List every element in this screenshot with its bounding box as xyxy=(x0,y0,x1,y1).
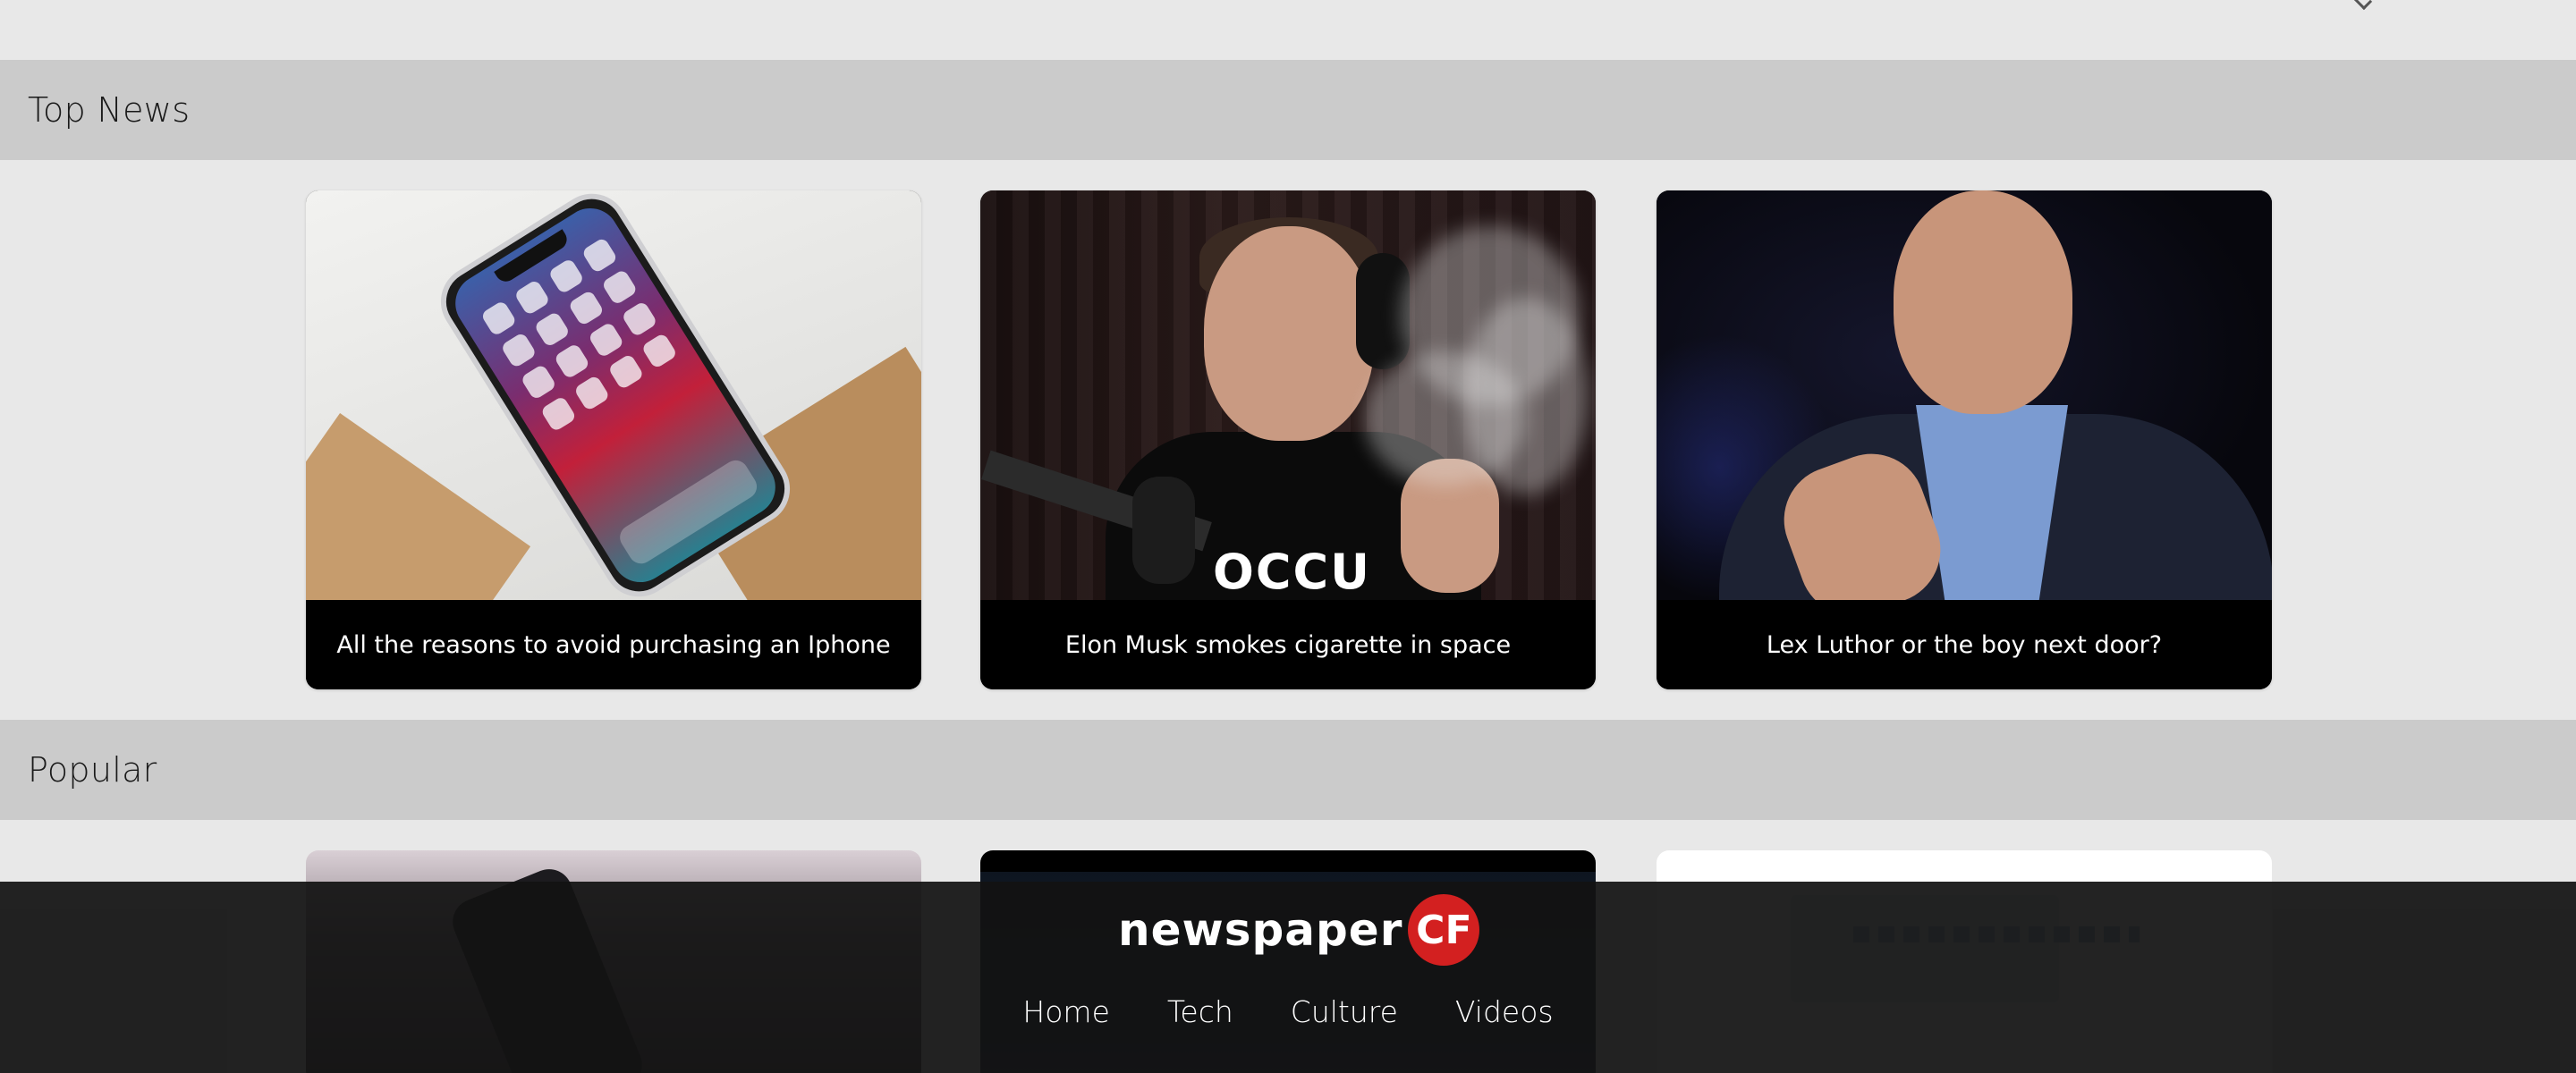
news-card[interactable]: OCCU Elon Musk smokes cigarette in space xyxy=(980,190,1596,689)
nav-link-home[interactable]: Home xyxy=(1022,994,1109,1029)
nav-link-videos[interactable]: Videos xyxy=(1455,994,1554,1029)
section-header-popular: Popular xyxy=(0,720,2576,820)
section-title-top-news: Top News xyxy=(28,90,191,130)
jeff-bezos-photo[interactable] xyxy=(1657,190,2272,600)
section-header-top-news: Top News xyxy=(0,60,2576,160)
page: Top News All the reasons to avoid purcha… xyxy=(0,0,2576,1073)
shirt-text: OCCU xyxy=(1213,544,1372,600)
news-card-caption[interactable]: Elon Musk smokes cigarette in space xyxy=(980,600,1596,689)
footer-bar: newspaper CF Home Tech Culture Videos xyxy=(0,882,2576,1073)
news-card-caption[interactable]: Lex Luthor or the boy next door? xyxy=(1657,600,2272,689)
logo-wordmark: newspaper xyxy=(1118,904,1403,956)
section-title-popular: Popular xyxy=(28,750,157,790)
iphone-photo[interactable] xyxy=(306,190,921,600)
news-card-caption[interactable]: All the reasons to avoid purchasing an I… xyxy=(306,600,921,689)
nav-link-tech[interactable]: Tech xyxy=(1167,994,1233,1029)
site-logo[interactable]: newspaper CF xyxy=(1118,894,1480,966)
news-card[interactable]: All the reasons to avoid purchasing an I… xyxy=(306,190,921,689)
top-strip xyxy=(0,0,2576,59)
elon-musk-photo[interactable]: OCCU xyxy=(980,190,1596,600)
chevron-icon[interactable] xyxy=(2352,0,2373,11)
logo-badge: CF xyxy=(1408,894,1480,966)
news-card[interactable]: Lex Luthor or the boy next door? xyxy=(1657,190,2272,689)
nav-link-culture[interactable]: Culture xyxy=(1291,994,1398,1029)
footer-nav: Home Tech Culture Videos xyxy=(0,994,2576,1029)
